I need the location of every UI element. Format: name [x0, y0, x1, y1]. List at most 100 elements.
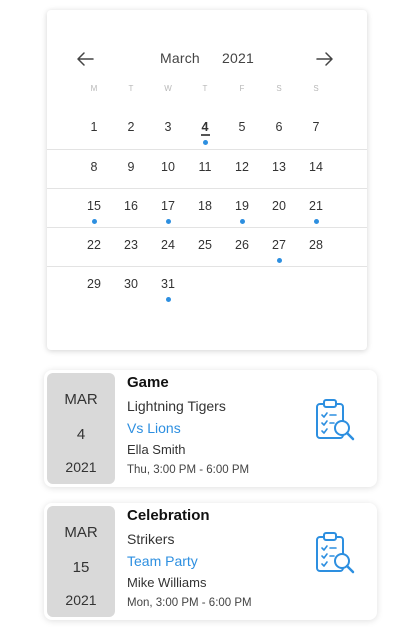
day-cell[interactable]: 17	[153, 189, 183, 227]
weekday-label: F	[239, 84, 245, 93]
day-number: 30	[124, 277, 138, 291]
day-number: 21	[309, 199, 323, 213]
day-cell[interactable]: 20	[264, 189, 294, 227]
day-number: 20	[272, 199, 286, 213]
day-number: 11	[198, 160, 212, 174]
event-team: Strikers	[127, 531, 175, 547]
day-number: 12	[235, 160, 249, 174]
day-number: 31	[161, 277, 175, 291]
weekday-header-row: MTWTFSS	[47, 84, 367, 100]
event-month: MAR	[64, 524, 98, 541]
day-cell[interactable]: 7	[301, 110, 331, 148]
calendar-widget: March 2021 MTWTFSS 1 2 3 4 5 6 7 8 9 10 11 12 13 14 15…	[47, 10, 367, 350]
day-number: 9	[127, 160, 135, 174]
day-cell[interactable]: 16	[116, 189, 146, 227]
day-cell-today[interactable]: 4	[190, 110, 220, 148]
day-cell[interactable]: 19	[227, 189, 257, 227]
event-title: Celebration	[127, 507, 210, 524]
day-number: 18	[198, 199, 212, 213]
weekday-label: S	[313, 84, 319, 93]
day-cell[interactable]: 11	[190, 150, 220, 188]
event-date-box: MAR 4 2021	[47, 373, 115, 484]
day-number: 1	[90, 120, 98, 134]
day-cell[interactable]: 30	[116, 267, 146, 305]
day-cell[interactable]: 1	[79, 110, 109, 148]
day-cell[interactable]: 23	[116, 228, 146, 266]
event-person: Mike Williams	[127, 575, 207, 590]
day-number: 24	[161, 238, 175, 252]
day-cell[interactable]: 15	[79, 189, 109, 227]
clipboard-search-icon[interactable]	[314, 531, 356, 577]
week-row: 29 30 31	[47, 266, 367, 305]
day-cell[interactable]: 31	[153, 267, 183, 305]
day-cell[interactable]: 6	[264, 110, 294, 148]
event-time: Thu, 3:00 PM - 6:00 PM	[127, 464, 250, 476]
day-number: 14	[309, 160, 323, 174]
day-cell[interactable]: 12	[227, 150, 257, 188]
day-cell[interactable]: 29	[79, 267, 109, 305]
clipboard-search-icon[interactable]	[314, 398, 356, 444]
calendar-header: March 2021	[47, 44, 367, 74]
event-card[interactable]: MAR 15 2021 Celebration Strikers Team Pa…	[44, 503, 377, 620]
day-cell[interactable]: 10	[153, 150, 183, 188]
day-number: 16	[124, 199, 138, 213]
weekday-label: W	[164, 84, 172, 93]
day-cell[interactable]: 14	[301, 150, 331, 188]
day-cell[interactable]: 24	[153, 228, 183, 266]
month-name: March	[160, 50, 200, 66]
event-year: 2021	[65, 459, 97, 475]
day-number: 29	[87, 277, 101, 291]
day-cell[interactable]: 28	[301, 228, 331, 266]
next-month-button[interactable]	[310, 44, 340, 74]
day-number: 27	[272, 238, 286, 252]
event-time: Mon, 3:00 PM - 6:00 PM	[127, 597, 252, 609]
event-title: Game	[127, 374, 169, 391]
event-dot	[313, 219, 319, 224]
day-number: 17	[161, 199, 175, 213]
event-opponent: Vs Lions	[127, 420, 181, 436]
day-cell[interactable]: 18	[190, 189, 220, 227]
week-row: 22 23 24 25 26 27 28	[47, 227, 367, 266]
event-day: 4	[76, 426, 86, 443]
event-dot	[165, 219, 171, 224]
day-number: 7	[312, 120, 320, 134]
day-number: 8	[90, 160, 98, 174]
day-cell[interactable]: 3	[153, 110, 183, 148]
year-label: 2021	[222, 50, 254, 66]
week-row: 1 2 3 4 5 6 7	[47, 110, 367, 148]
weekday-label: T	[128, 84, 134, 93]
day-number: 3	[164, 120, 172, 134]
day-cell[interactable]: 5	[227, 110, 257, 148]
day-cell[interactable]: 2	[116, 110, 146, 148]
day-cell[interactable]: 25	[190, 228, 220, 266]
day-cell[interactable]: 8	[79, 150, 109, 188]
day-cell[interactable]: 27	[264, 228, 294, 266]
day-cell[interactable]: 22	[79, 228, 109, 266]
event-month: MAR	[64, 391, 98, 408]
day-number: 25	[198, 238, 212, 252]
day-number: 5	[238, 120, 246, 134]
day-number: 23	[124, 238, 138, 252]
weekday-label: T	[202, 84, 208, 93]
day-number: 15	[87, 199, 101, 213]
event-team: Lightning Tigers	[127, 398, 226, 414]
day-cell[interactable]: 26	[227, 228, 257, 266]
day-number: 26	[235, 238, 249, 252]
event-date-box: MAR 15 2021	[47, 506, 115, 617]
day-number: 2	[127, 120, 135, 134]
day-cell[interactable]: 21	[301, 189, 331, 227]
event-day: 15	[72, 559, 90, 576]
day-number: 10	[161, 160, 175, 174]
arrow-right-icon	[316, 52, 333, 66]
day-number: 13	[272, 160, 286, 174]
week-row: 15 16 17 18 19 20 21	[47, 188, 367, 227]
day-number: 19	[235, 199, 249, 213]
day-number: 22	[87, 238, 101, 252]
day-cell[interactable]: 13	[264, 150, 294, 188]
event-dot	[276, 258, 282, 263]
event-dot	[202, 140, 208, 145]
today-indicator	[200, 134, 210, 136]
event-card[interactable]: MAR 4 2021 Game Lightning Tigers Vs Lion…	[44, 370, 377, 487]
day-cell[interactable]: 9	[116, 150, 146, 188]
event-person: Ella Smith	[127, 442, 186, 457]
